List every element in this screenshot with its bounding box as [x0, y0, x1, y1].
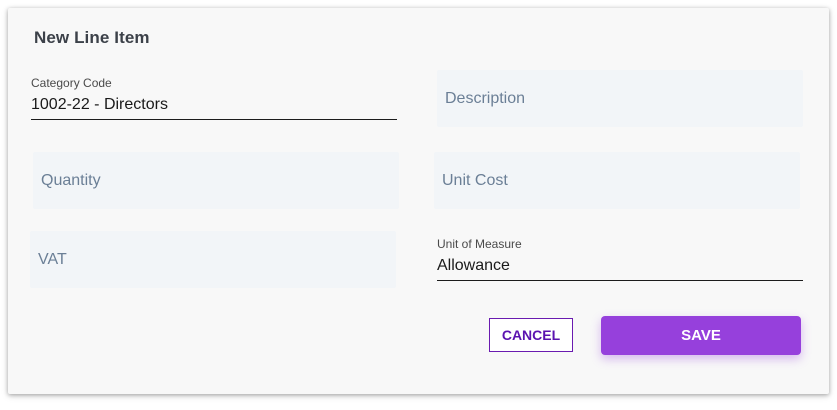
vat-placeholder: VAT — [38, 250, 67, 268]
unit-of-measure-value: Allowance — [437, 257, 510, 274]
save-button[interactable]: SAVE — [601, 316, 801, 355]
unit-of-measure-label: Unit of Measure — [437, 237, 522, 251]
category-code-value: 1002-22 - Directors — [31, 96, 168, 113]
quantity-placeholder: Quantity — [41, 171, 101, 189]
description-placeholder: Description — [445, 89, 526, 107]
unit-of-measure-field[interactable]: Unit of Measure Allowance — [437, 237, 803, 281]
quantity-field[interactable]: Quantity — [33, 152, 399, 209]
new-line-item-dialog: New Line Item Category Code 1002-22 - Di… — [8, 8, 829, 394]
vat-field[interactable]: VAT — [30, 231, 396, 288]
unit-cost-placeholder: Unit Cost — [442, 171, 508, 189]
category-code-field[interactable]: Category Code 1002-22 - Directors — [31, 76, 397, 120]
category-code-label: Category Code — [31, 76, 112, 90]
description-field[interactable]: Description — [437, 70, 803, 127]
unit-cost-field[interactable]: Unit Cost — [434, 152, 800, 209]
cancel-button[interactable]: CANCEL — [489, 318, 573, 352]
dialog-title: New Line Item — [34, 28, 150, 47]
